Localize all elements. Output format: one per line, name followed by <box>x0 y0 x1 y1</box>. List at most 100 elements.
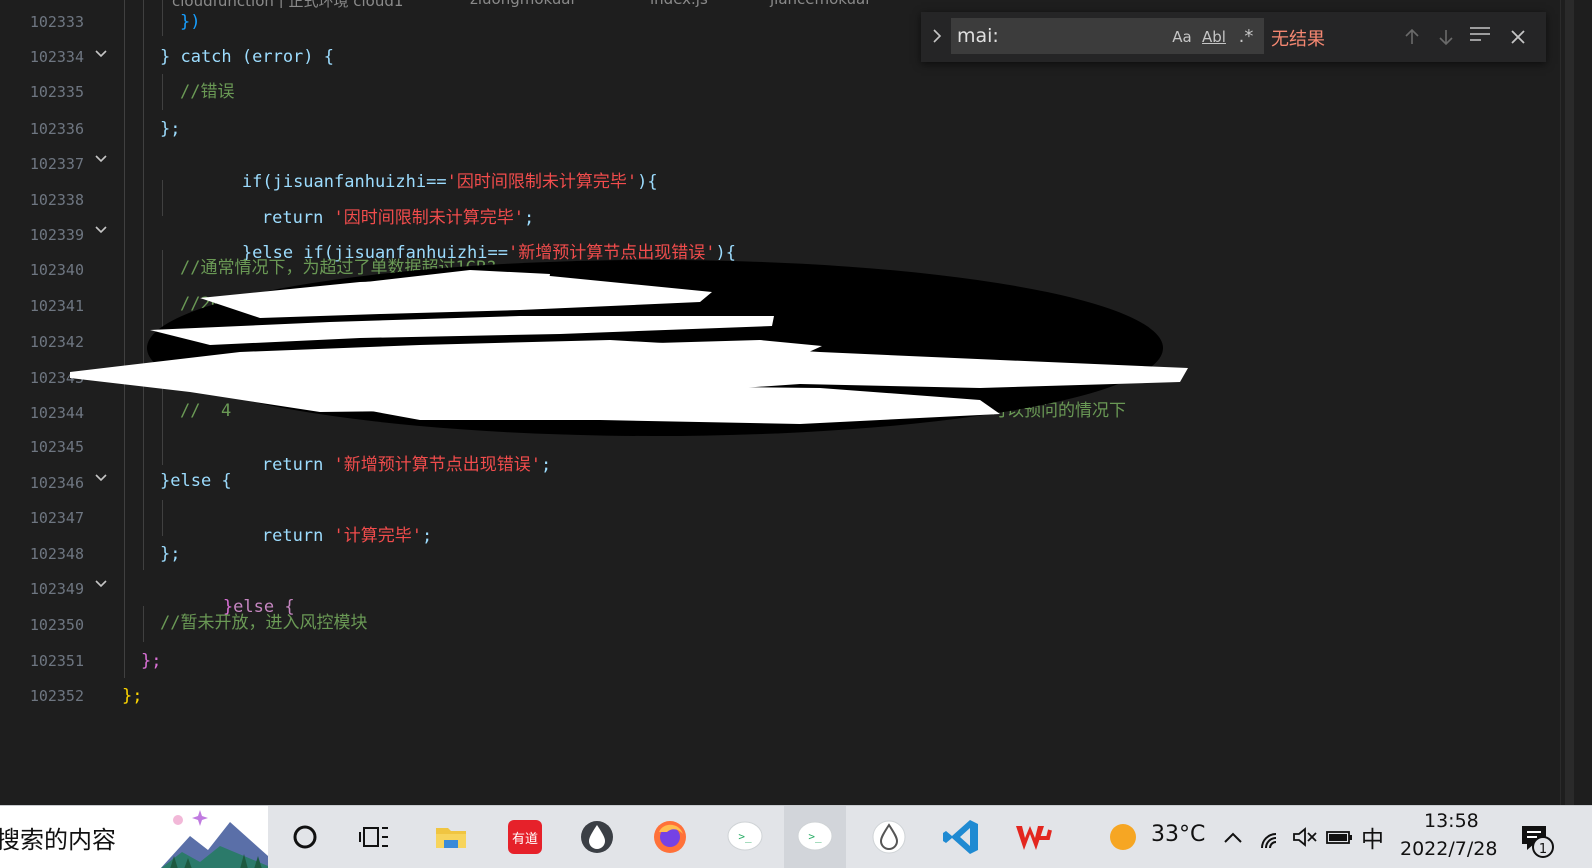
code-comment: // 2 <box>180 330 232 350</box>
windows-taskbar: 搜索的内容 有道 >_ >_ 33°C 中 13:58 2022/7/28 1 <box>0 805 1592 868</box>
vscode-icon[interactable] <box>936 812 986 862</box>
code-line[interactable]: 102343 // <box>0 366 1560 402</box>
line-number: 102347 <box>29 509 84 527</box>
line-number: 102343 <box>29 369 84 387</box>
youdao-icon[interactable]: 有道 <box>500 812 550 862</box>
line-number: 102348 <box>29 545 84 563</box>
line-number: 102333 <box>29 13 84 31</box>
regex-toggle[interactable]: .* <box>1233 24 1259 50</box>
vertical-scrollbar[interactable] <box>1560 0 1592 805</box>
task-view-icon[interactable] <box>350 812 400 862</box>
search-highlight-illustration-icon <box>160 806 268 868</box>
chevron-down-icon[interactable] <box>93 575 109 591</box>
find-in-selection-icon[interactable] <box>1467 22 1493 48</box>
code-comment: //20 <box>180 294 221 314</box>
file-explorer-icon[interactable] <box>426 812 476 862</box>
code-line[interactable]: 102345 return '新增预计算节点出现错误'; <box>0 435 1560 475</box>
find-status: 无结果 <box>1271 29 1325 50</box>
chevron-down-icon[interactable] <box>93 469 109 485</box>
scrollbar-thumb[interactable] <box>1565 0 1574 805</box>
line-number: 102334 <box>29 48 84 66</box>
chevron-down-icon[interactable] <box>93 221 109 237</box>
wechat-devtools-icon[interactable]: >_ <box>720 812 770 862</box>
whole-word-toggle[interactable]: Abl <box>1201 24 1227 50</box>
code-comment: //通常情况下，为超过了单数据超过1GB? <box>180 258 497 278</box>
svg-text:有道: 有道 <box>512 832 538 847</box>
weather-temperature[interactable]: 33°C <box>1151 822 1205 847</box>
code-text: }; <box>160 119 181 139</box>
line-number: 102344 <box>29 404 84 422</box>
svg-text:>_: >_ <box>738 830 752 843</box>
arrow-down-icon[interactable] <box>1433 24 1459 50</box>
find-widget: Aa Abl .* 无结果 <box>921 12 1546 62</box>
code-text: }else { <box>160 471 232 491</box>
chevron-down-icon[interactable] <box>93 150 109 166</box>
code-comment: //错误 <box>180 82 235 102</box>
line-number: 102341 <box>29 297 84 315</box>
app-drop-light-icon[interactable] <box>864 812 914 862</box>
arrow-up-icon[interactable] <box>1399 24 1425 50</box>
line-number: 102352 <box>29 687 84 705</box>
code-line[interactable]: 102339 }else if(jisuanfanhuizhi=='新增预计算节… <box>0 221 1560 263</box>
wps-icon[interactable] <box>1008 812 1058 862</box>
line-number: 102336 <box>29 120 84 138</box>
search-placeholder: 搜索的内容 <box>0 826 116 854</box>
code-comment: //暂未开放，进入风控模块 <box>160 613 368 633</box>
breadcrumb-item[interactable]: index.js <box>650 0 708 8</box>
ime-indicator[interactable]: 中 <box>1361 820 1384 854</box>
line-number: 102350 <box>29 616 84 634</box>
breadcrumb: cloudfunction | 正式环境 cloud1 ziuongmokuai… <box>0 0 1592 8</box>
code-line[interactable]: 102348 }; <box>0 542 1560 578</box>
line-number: 102342 <box>29 333 84 351</box>
notification-badge: 1 <box>1532 836 1554 858</box>
clock-time[interactable]: 13:58 <box>1424 810 1479 832</box>
code-comment: // <box>180 366 201 386</box>
line-number: 102345 <box>29 438 84 456</box>
line-number: 102349 <box>29 580 84 598</box>
breadcrumb-item[interactable]: jiancemokuai <box>770 0 869 8</box>
code-line[interactable]: 102346 }else { <box>0 471 1560 507</box>
firefox-icon[interactable] <box>645 812 695 862</box>
weather-sun-icon <box>1110 824 1136 850</box>
svg-text:>_: >_ <box>808 830 822 843</box>
line-number: 102338 <box>29 191 84 209</box>
notification-count: 1 <box>1538 842 1548 857</box>
code-text: }; <box>160 544 181 564</box>
breadcrumb-item[interactable]: ziuongmokuai <box>470 0 575 8</box>
code-line[interactable]: 102342 // 2 <box>0 330 1560 366</box>
code-line[interactable]: 102340 //通常情况下，为超过了单数据超过1GB? <box>0 258 1560 294</box>
code-comment: 难度 因为以 <box>712 401 818 421</box>
code-bracket: }; <box>141 651 162 671</box>
code-line[interactable]: 102337 if(jisuanfanhuizhi=='因时间限制未计算完毕')… <box>0 150 1560 192</box>
app-drop-icon[interactable] <box>572 812 622 862</box>
code-line[interactable]: 102344 // 4 难度 因为以 可以预问的情况下 <box>0 401 1560 437</box>
line-number: 102340 <box>29 261 84 279</box>
breadcrumb-item[interactable]: cloudfunction | 正式环境 cloud1 <box>172 0 403 8</box>
line-number: 102346 <box>29 474 84 492</box>
code-line[interactable]: 102350 //暂未开放，进入风控模块 <box>0 613 1560 649</box>
match-case-toggle[interactable]: Aa <box>1169 24 1195 50</box>
code-line[interactable]: 102352 }; <box>0 684 1560 720</box>
wechat-devtools-active-icon[interactable]: >_ <box>790 812 840 862</box>
code-line[interactable]: 102341 //20 <box>0 294 1560 330</box>
code-line[interactable]: 102349 }else { <box>0 575 1560 617</box>
clock-date[interactable]: 2022/7/28 <box>1400 838 1497 860</box>
chevron-down-icon[interactable] <box>93 45 109 61</box>
code-line[interactable]: 102335 //错误 <box>0 80 1560 116</box>
cortana-icon[interactable] <box>280 812 330 862</box>
line-number: 102339 <box>29 226 84 244</box>
code-bracket: }; <box>122 686 143 706</box>
code-text: } catch (error) { <box>160 47 334 67</box>
code-line[interactable]: 102336 }; <box>0 117 1560 153</box>
chevron-right-icon[interactable] <box>927 26 947 46</box>
code-line[interactable]: 102338 return '因时间限制未计算完毕'; <box>0 188 1560 228</box>
code-comment: // 4 <box>180 401 232 421</box>
code-line[interactable]: 102347 return '计算完毕'; <box>0 506 1560 546</box>
close-icon[interactable] <box>1505 24 1531 50</box>
line-number: 102335 <box>29 83 84 101</box>
code-editor[interactable]: 102333 }) 102334 } catch (error) { 10233… <box>0 0 1560 805</box>
code-comment: 可以预问的情况下 <box>990 401 1126 421</box>
code-line[interactable]: 102351 }; <box>0 649 1560 685</box>
battery-icon[interactable] <box>1314 812 1364 862</box>
taskbar-search-box[interactable]: 搜索的内容 <box>0 806 268 868</box>
